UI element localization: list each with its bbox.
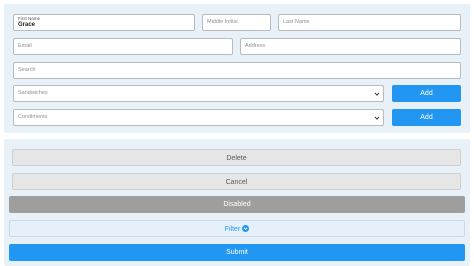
add-condiment-button[interactable]: Add	[392, 109, 461, 126]
middle-initial-placeholder: Middle Initial	[207, 19, 238, 25]
chevron-down-icon	[374, 116, 380, 120]
last-name-placeholder: Last Name	[283, 19, 310, 25]
first-name-field[interactable]: First Name Grace	[13, 14, 195, 31]
address-placeholder: Address	[245, 43, 266, 49]
disabled-button: Disabled	[9, 196, 465, 213]
sandwiches-select[interactable]: Sandwiches	[13, 85, 384, 102]
email-field[interactable]: Email	[13, 38, 233, 55]
address-field[interactable]: Address	[240, 38, 461, 55]
chevron-down-icon	[374, 92, 380, 96]
last-name-field[interactable]: Last Name	[278, 14, 461, 31]
chevron-circle-down-icon	[242, 225, 250, 232]
email-placeholder: Email	[18, 43, 32, 49]
search-placeholder: Search	[18, 67, 36, 73]
first-name-label: First Name	[18, 16, 41, 21]
delete-button[interactable]: Delete	[12, 149, 461, 166]
filter-button[interactable]: Filter	[9, 220, 465, 237]
filter-label: Filter	[224, 226, 241, 233]
first-name-value: Grace	[18, 22, 36, 28]
add-sandwich-button[interactable]: Add	[392, 85, 461, 102]
cancel-button[interactable]: Cancel	[12, 173, 461, 190]
sandwiches-placeholder: Sandwiches	[18, 90, 48, 96]
condiments-select[interactable]: Condiments	[13, 109, 384, 126]
condiments-placeholder: Condiments	[18, 114, 48, 120]
submit-button[interactable]: Submit	[9, 244, 465, 261]
middle-initial-field[interactable]: Middle Initial	[202, 14, 271, 31]
search-input[interactable]: Search	[13, 62, 461, 79]
